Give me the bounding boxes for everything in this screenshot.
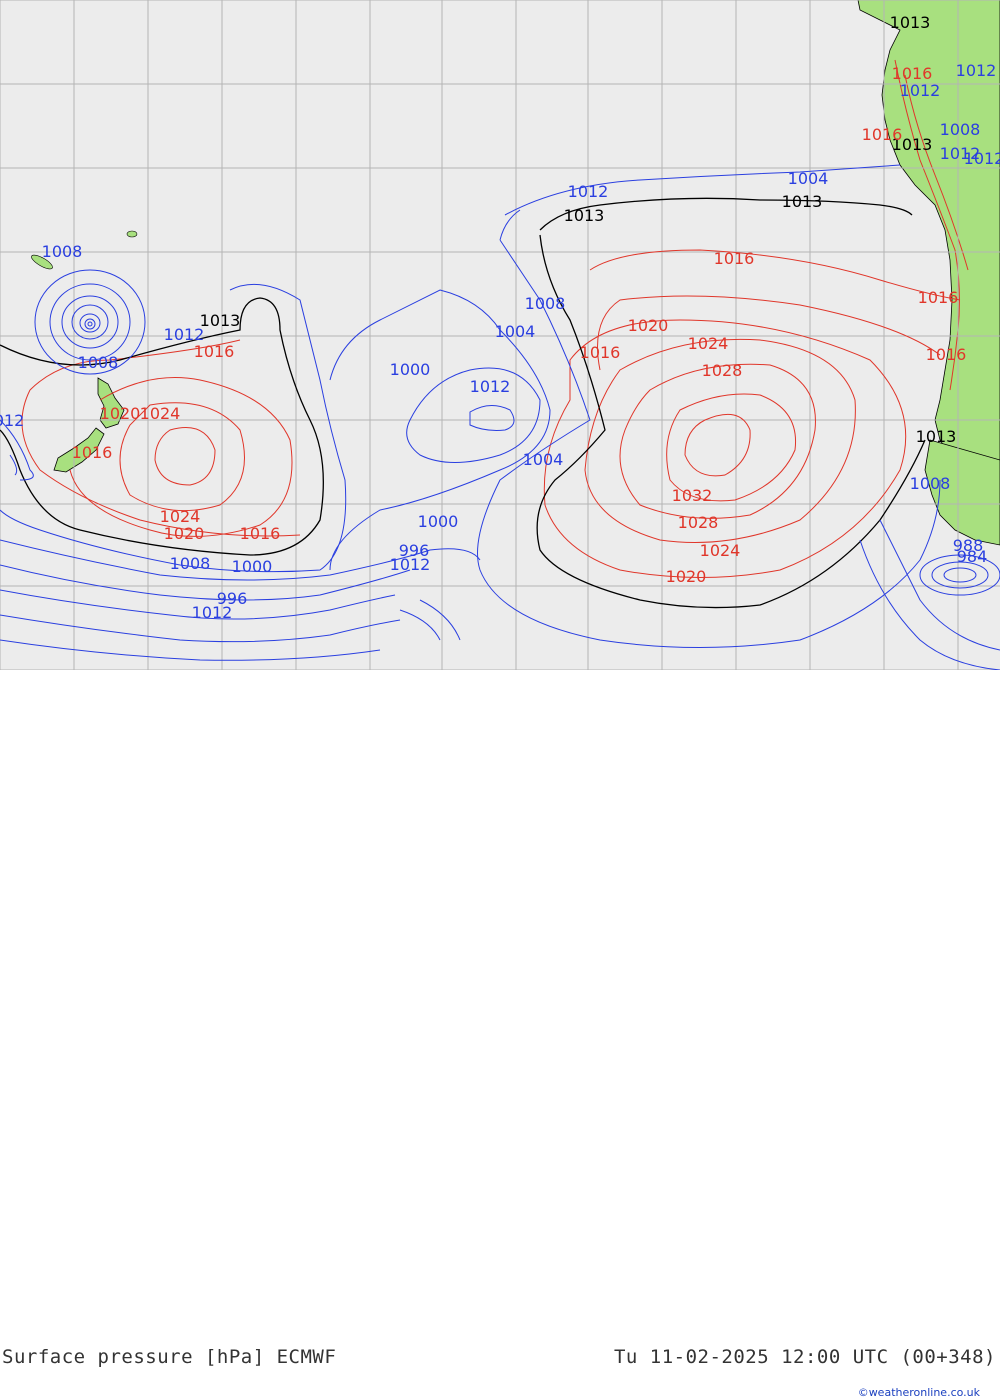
isobar-label: 1016 [580,343,621,362]
isobar-label: 1024 [140,404,181,423]
isobar-label: 1032 [672,486,713,505]
isobar-label: 1004 [495,322,536,341]
isobar-label: 1028 [702,361,743,380]
isobar-label: 1012 [390,555,431,574]
isobar-label: 1004 [788,169,829,188]
isobar-label: 1020 [164,524,205,543]
map-title: Surface pressure [hPa] ECMWF [2,1346,337,1368]
isobar-label: 1008 [42,242,83,261]
footer: Surface pressure [hPa] ECMWF Tu 11-02-20… [0,670,1000,1399]
isobar-label: 1012 [900,81,941,100]
valid-time: Tu 11-02-2025 12:00 UTC (00+348) [613,1346,996,1368]
isobar-label: 984 [957,547,988,566]
isobar-label: 1016 [926,345,967,364]
isobar-label: 1013 [200,311,241,330]
isobar-label: 1012 [964,149,1000,168]
isobar-label: 1016 [72,443,113,462]
pressure-map: 1008 1012 1008 1012 1004 1000 1012 1008 1012 1004… [0,0,1000,670]
isobar-label: 1016 [194,342,235,361]
credit-link[interactable]: ©weatheronline.co.uk [858,1386,980,1399]
isobar-label: 1020 [666,567,707,586]
isobar-label: 1000 [390,360,431,379]
isobar-label: 1016 [918,288,959,307]
isobar-label: 1008 [910,474,951,493]
isobar-label: 1013 [890,13,931,32]
isobar-label: 1008 [78,353,119,372]
isobar-label: 1016 [714,249,755,268]
isobar-label: 1016 [862,125,903,144]
isobar-label: 1000 [232,557,273,576]
isobar-label: 1013 [564,206,605,225]
isobar-label: 1016 [240,524,281,543]
isobar-label: 1000 [418,512,459,531]
isobar-label: 1008 [170,554,211,573]
isobar-label: 1012 [568,182,609,201]
isobar-label: 1012 [470,377,511,396]
isobar-label: 1004 [523,450,564,469]
isobar-label: 1012 [192,603,233,622]
isobar-label: 1008 [525,294,566,313]
isobar-label: 1013 [782,192,823,211]
isobar-label: 1016 [892,64,933,83]
isobar-label: 1008 [940,120,981,139]
isobar-label: 1013 [916,427,957,446]
isobar-label: 1020 [100,404,141,423]
isobar-label: 1024 [688,334,729,353]
isobar-label: 1012 [956,61,997,80]
isobar-label: 1020 [628,316,669,335]
isobar-label: 1028 [678,513,719,532]
isobar-label: 1012 [0,411,24,430]
island-fiji [126,230,138,238]
isobar-label: 1024 [700,541,741,560]
